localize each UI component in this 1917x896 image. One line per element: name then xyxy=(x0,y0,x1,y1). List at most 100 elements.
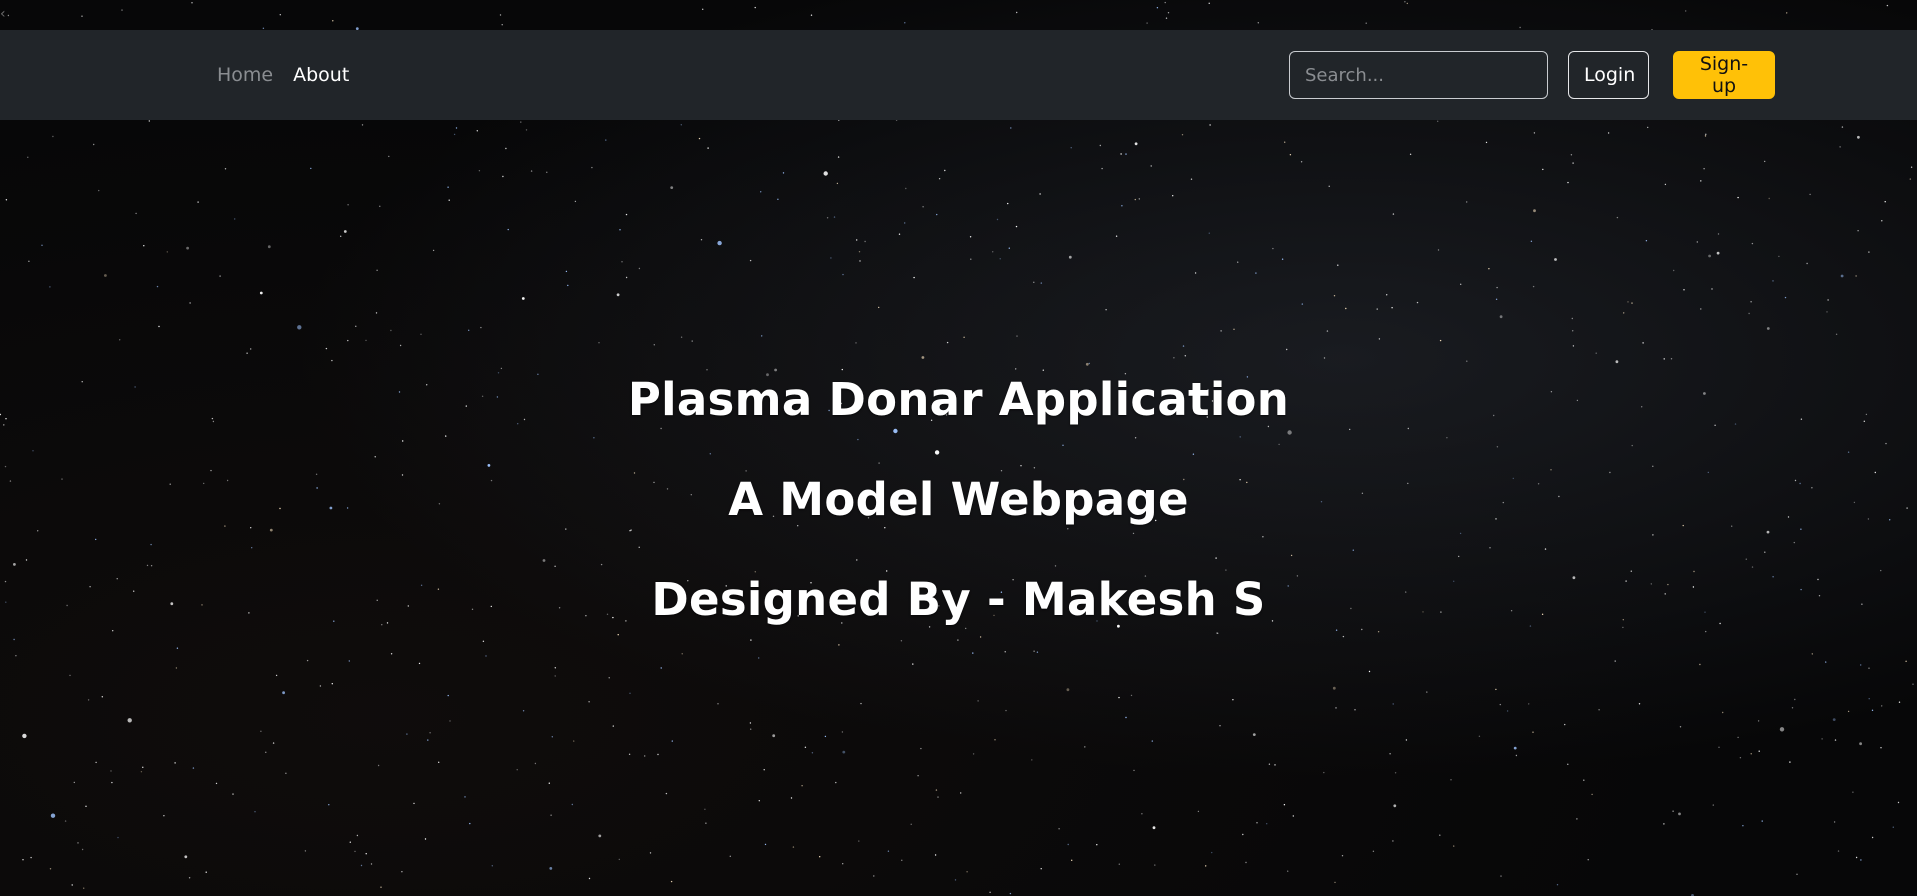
star xyxy=(782,172,785,174)
star xyxy=(761,335,763,337)
star xyxy=(619,229,621,231)
star xyxy=(681,653,683,655)
star xyxy=(792,846,795,848)
star xyxy=(432,249,435,252)
star xyxy=(758,657,760,659)
star xyxy=(1571,317,1574,320)
star xyxy=(660,667,662,669)
star xyxy=(365,853,367,855)
star xyxy=(1761,820,1763,822)
star xyxy=(764,843,767,846)
star xyxy=(349,841,351,843)
star xyxy=(567,284,569,287)
star xyxy=(625,213,628,216)
star xyxy=(670,186,674,190)
star xyxy=(22,733,27,739)
star xyxy=(1070,147,1072,149)
star xyxy=(1125,153,1127,155)
star xyxy=(197,201,199,203)
star xyxy=(1101,167,1103,170)
star xyxy=(1084,746,1086,748)
star xyxy=(343,230,347,233)
star xyxy=(186,246,190,250)
hero-section: Plasma Donar Application A Model Webpage… xyxy=(0,350,1917,650)
star xyxy=(282,691,285,695)
star xyxy=(304,850,307,852)
star xyxy=(119,339,121,341)
star xyxy=(1257,22,1260,24)
star xyxy=(702,8,704,10)
star xyxy=(1118,696,1120,699)
star xyxy=(1700,308,1702,310)
star xyxy=(811,752,814,754)
star xyxy=(1300,161,1303,163)
star xyxy=(550,814,552,816)
star xyxy=(1884,201,1886,203)
star xyxy=(52,135,54,138)
star xyxy=(1847,710,1850,713)
star xyxy=(1881,705,1883,707)
star xyxy=(1841,126,1844,128)
star xyxy=(1784,296,1787,299)
star xyxy=(265,751,267,753)
star xyxy=(1141,813,1143,815)
star xyxy=(904,222,906,224)
star xyxy=(380,886,382,888)
nav-link-home[interactable]: Home xyxy=(217,64,273,86)
star xyxy=(259,291,263,295)
star xyxy=(1125,716,1127,719)
signup-button[interactable]: Sign-up xyxy=(1673,51,1775,99)
star xyxy=(15,655,17,657)
star xyxy=(478,170,481,172)
star xyxy=(140,771,143,773)
star xyxy=(1004,651,1006,653)
star xyxy=(73,781,76,784)
star xyxy=(1289,154,1292,156)
star xyxy=(972,652,974,654)
star xyxy=(191,2,193,4)
star xyxy=(534,762,537,765)
star xyxy=(306,659,309,662)
star xyxy=(347,204,349,206)
star xyxy=(1909,178,1912,180)
star xyxy=(901,859,903,861)
star xyxy=(912,663,914,665)
star xyxy=(83,887,85,889)
star xyxy=(1237,261,1239,263)
star xyxy=(49,868,52,870)
star xyxy=(665,792,668,795)
star xyxy=(1008,247,1010,249)
star xyxy=(1905,660,1907,662)
star xyxy=(142,766,144,768)
star xyxy=(1485,141,1488,144)
star xyxy=(188,877,191,879)
star xyxy=(1598,709,1600,711)
star xyxy=(275,674,278,677)
star xyxy=(1704,135,1707,137)
search-input[interactable] xyxy=(1289,51,1548,99)
star xyxy=(377,764,380,767)
star xyxy=(1806,262,1808,265)
login-button[interactable]: Login xyxy=(1568,51,1649,99)
star xyxy=(859,260,861,262)
star xyxy=(1134,198,1137,201)
star xyxy=(629,692,631,694)
star xyxy=(485,655,487,657)
star xyxy=(905,187,907,190)
star xyxy=(1495,298,1498,300)
star xyxy=(1591,793,1593,796)
star xyxy=(1672,810,1674,812)
star xyxy=(22,859,24,861)
star xyxy=(970,258,972,260)
star xyxy=(1833,821,1836,823)
star xyxy=(1437,120,1439,123)
star xyxy=(1220,330,1222,332)
star xyxy=(936,213,938,216)
star xyxy=(1678,812,1681,816)
star xyxy=(388,155,390,158)
star xyxy=(28,260,30,262)
star xyxy=(705,822,707,824)
nav-link-about[interactable]: About xyxy=(293,64,349,86)
star xyxy=(1564,723,1566,726)
star xyxy=(224,168,227,170)
